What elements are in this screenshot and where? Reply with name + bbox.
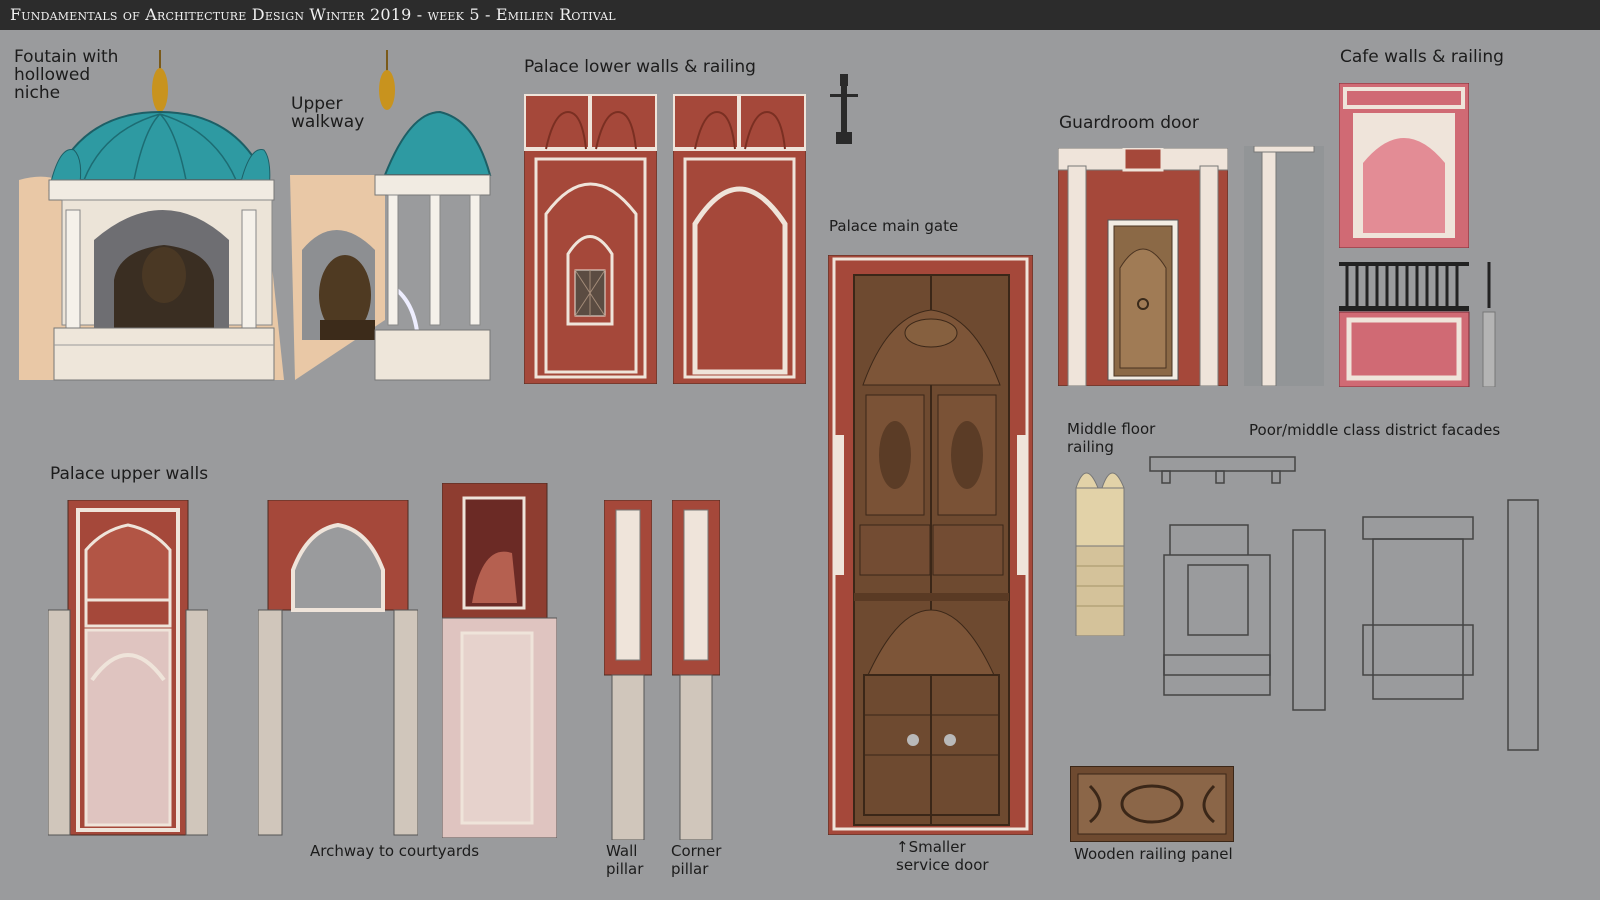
label-middle-floor: Middle floor railing [1067,420,1156,456]
label-facades: Poor/middle class district facades [1249,421,1501,439]
lamp-post-icon [826,74,862,148]
guardroom-door [1058,148,1228,386]
wall-pillar-icon [604,500,652,840]
wooden-railing-panel [1070,766,1234,842]
label-service-door: ↑Smaller service door [896,838,989,874]
label-upper-walls: Palace upper walls [50,464,209,484]
label-cafe: Cafe walls & railing [1340,47,1504,67]
palace-main-gate [828,255,1033,835]
fountain-pavilion-icon [14,50,284,390]
label-wall-pillar: Wall pillar [606,842,644,878]
archway-icon [258,500,418,840]
facade-sketch [1148,455,1568,765]
label-guardroom: Guardroom door [1059,113,1199,133]
label-lower-walls: Palace lower walls & railing [524,57,756,77]
label-railing-panel: Wooden railing panel [1074,845,1233,863]
page-title: Fundamentals of Architecture Design Wint… [0,0,1600,30]
upper-wall-panel-dark [442,483,557,838]
walkway-pavilion-icon [290,50,495,390]
label-archway: Archway to courtyards [310,842,480,860]
cafe-wall-upper [1339,83,1469,248]
upper-wall-panel [48,500,208,840]
middle-floor-railing [1074,458,1126,636]
guardroom-side-profile [1244,146,1324,386]
lower-wall-panel-1 [524,94,657,384]
label-corner-pillar: Corner pillar [671,842,722,878]
lower-wall-panel-2 [673,94,806,384]
cafe-railing [1339,262,1499,387]
corner-pillar-icon [672,500,720,840]
label-main-gate: Palace main gate [829,217,959,235]
